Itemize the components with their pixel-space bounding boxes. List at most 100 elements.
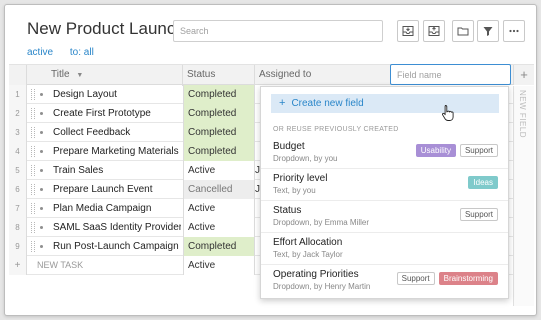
task-title[interactable]: Design Layout — [53, 85, 181, 104]
import-button[interactable] — [397, 20, 419, 42]
task-title[interactable]: Train Sales — [53, 161, 181, 180]
tag-badge: Ideas — [468, 176, 498, 189]
column-header-status[interactable]: Status — [183, 65, 255, 86]
field-option-meta: Dropdown, by you — [273, 154, 338, 163]
task-title[interactable]: Collect Feedback — [53, 123, 181, 142]
field-option-name: Budget — [273, 141, 305, 152]
folder-icon — [457, 27, 469, 36]
row-number: 8 — [9, 218, 27, 237]
task-title[interactable]: Prepare Marketing Materials — [53, 142, 181, 161]
status-cell[interactable]: Completed — [183, 85, 255, 104]
field-option-name: Priority level — [273, 173, 328, 184]
drag-handle-icon[interactable] — [31, 127, 35, 138]
drag-handle-icon[interactable] — [31, 222, 35, 233]
task-title[interactable]: SAML SaaS Identity Providers — [53, 218, 181, 237]
drag-handle-icon[interactable] — [31, 108, 35, 119]
drag-handle-icon[interactable] — [31, 203, 35, 214]
field-option-tags: Usability Support — [415, 144, 498, 157]
status-cell[interactable]: Completed — [183, 123, 255, 142]
inbox-up-icon — [428, 26, 440, 36]
row-number: 4 — [9, 142, 27, 161]
add-task-icon[interactable]: + — [9, 256, 27, 275]
bullet-icon — [40, 93, 43, 96]
field-option-name: Operating Priorities — [273, 269, 359, 280]
status-cell[interactable]: Completed — [183, 237, 255, 256]
status-cell[interactable]: Completed — [183, 142, 255, 161]
row-number: 6 — [9, 180, 27, 199]
field-option[interactable]: Priority level Text, by you Ideas — [261, 169, 508, 201]
sort-down-icon: ▼ — [76, 72, 84, 79]
row-number: 7 — [9, 199, 27, 218]
bullet-icon — [40, 245, 43, 248]
status-cell[interactable]: Active — [183, 218, 255, 237]
more-button[interactable] — [503, 20, 525, 42]
filter-active[interactable]: active — [27, 47, 53, 58]
drag-handle-icon[interactable] — [31, 184, 35, 195]
task-title[interactable]: Run Post-Launch Campaign — [53, 237, 181, 256]
tag-badge: Support — [459, 208, 498, 221]
plus-icon: + — [279, 97, 286, 109]
hand-pointer-icon — [442, 105, 454, 121]
drag-handle-icon[interactable] — [31, 165, 35, 176]
export-button[interactable] — [423, 20, 445, 42]
filter-assignee[interactable]: to: all — [70, 47, 94, 58]
new-field-column: NEW FIELD — [513, 86, 534, 306]
column-header-title[interactable]: Title ▼ — [27, 65, 183, 86]
field-option-meta: Dropdown, by Henry Martin — [273, 282, 371, 291]
field-name-input[interactable] — [390, 64, 511, 85]
row-number-header — [9, 65, 27, 86]
row-number: 5 — [9, 161, 27, 180]
column-header-title-label: Title — [51, 69, 70, 80]
add-column-button[interactable]: + — [513, 65, 534, 85]
filter-bar: active to: all — [27, 47, 108, 58]
task-title[interactable]: Create First Prototype — [53, 104, 181, 123]
folder-button[interactable] — [452, 20, 474, 42]
search-input[interactable] — [173, 20, 383, 42]
tag-badge: Usability — [415, 144, 456, 157]
field-option-tags: Ideas — [468, 176, 498, 189]
drag-handle-icon[interactable] — [31, 241, 35, 252]
new-field-column-label: NEW FIELD — [518, 90, 527, 139]
filter-button[interactable] — [477, 20, 499, 42]
field-option[interactable]: Status Dropdown, by Emma Miller Support — [261, 201, 508, 233]
field-option[interactable]: Effort Allocation Text, by Jack Taylor — [261, 233, 508, 265]
tag-badge: Brainstorming — [438, 272, 498, 285]
field-option-meta: Text, by Jack Taylor — [273, 250, 343, 259]
page-title: New Product Launch — [27, 19, 185, 38]
new-task-label[interactable]: NEW TASK — [37, 256, 165, 275]
row-number: 3 — [9, 123, 27, 142]
task-title[interactable]: Prepare Launch Event — [53, 180, 181, 199]
inbox-down-icon — [402, 26, 414, 36]
status-cell[interactable]: Active — [183, 161, 255, 180]
field-option-meta: Dropdown, by Emma Miller — [273, 218, 370, 227]
column-header-assigned[interactable]: Assigned to — [255, 65, 390, 86]
bullet-icon — [40, 150, 43, 153]
field-option[interactable]: Operating Priorities Dropdown, by Henry … — [261, 265, 508, 297]
more-icon — [509, 29, 519, 33]
drag-handle-icon[interactable] — [31, 89, 35, 100]
field-dropdown: + Create new field OR REUSE PREVIOUSLY CR… — [260, 86, 509, 299]
row-number: 1 — [9, 85, 27, 104]
task-title[interactable]: Plan Media Campaign — [53, 199, 181, 218]
field-option-meta: Text, by you — [273, 186, 316, 195]
bullet-icon — [40, 226, 43, 229]
bullet-icon — [40, 188, 43, 191]
field-option-tags: Support Brainstorming — [396, 272, 498, 285]
tag-badge: Support — [396, 272, 435, 285]
field-option-name: Status — [273, 205, 302, 216]
drag-handle-icon[interactable] — [31, 146, 35, 157]
bullet-icon — [40, 112, 43, 115]
bullet-icon — [40, 131, 43, 134]
app-window: New Product Launch active to: all Title … — [4, 4, 537, 316]
field-option-name: Effort Allocation — [273, 237, 343, 248]
field-option-tags: Support — [459, 208, 498, 221]
filter-icon — [483, 27, 493, 36]
create-new-field-button[interactable]: + Create new field — [271, 94, 499, 113]
status-cell[interactable]: Completed — [183, 104, 255, 123]
create-new-field-label: Create new field — [291, 98, 364, 109]
status-cell[interactable]: Cancelled — [183, 180, 255, 199]
status-cell[interactable]: Active — [183, 199, 255, 218]
tag-badge: Support — [459, 144, 498, 157]
new-task-status[interactable]: Active — [183, 256, 255, 275]
field-option[interactable]: Budget Dropdown, by you Usability Support — [261, 137, 508, 169]
